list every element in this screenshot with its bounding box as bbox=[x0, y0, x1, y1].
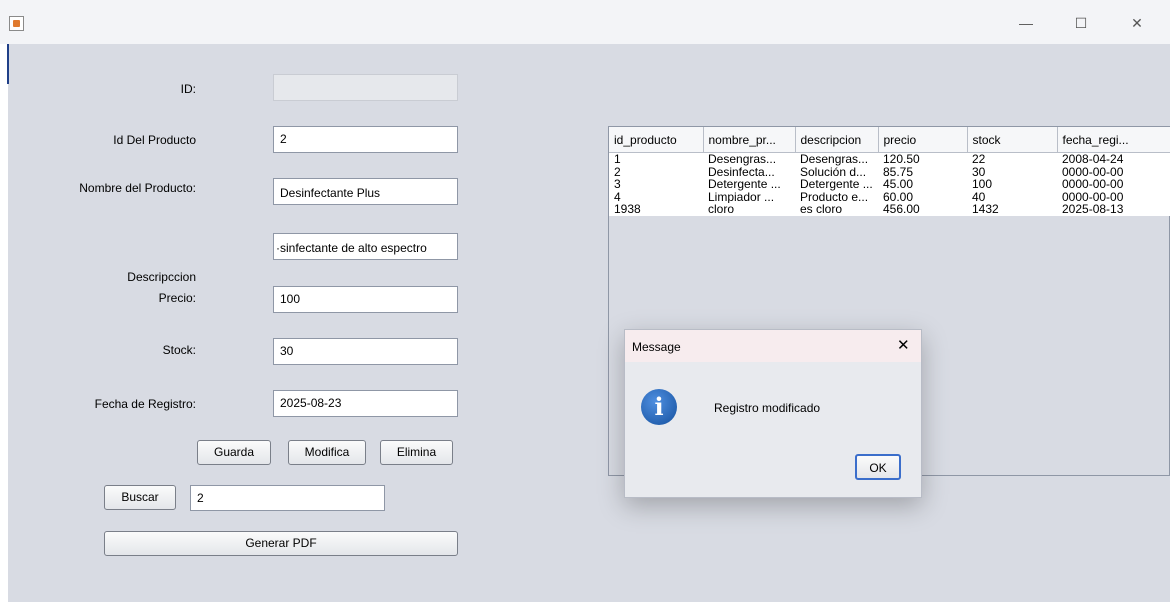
table-cell: es cloro bbox=[800, 203, 843, 216]
dialog-title: Message bbox=[632, 340, 681, 354]
table-cell: 4 bbox=[614, 190, 621, 203]
maximize-button[interactable]: ☐ bbox=[1058, 10, 1104, 36]
save-button[interactable]: Guarda bbox=[197, 440, 271, 465]
table-cell: cloro bbox=[708, 203, 735, 216]
table-cell: 60.00 bbox=[883, 190, 914, 203]
minimize-button[interactable]: — bbox=[1003, 10, 1049, 36]
title-bar: — ☐ ✕ bbox=[0, 0, 1170, 44]
column-header-date[interactable]: fecha_regi... bbox=[1057, 127, 1170, 153]
focus-accent bbox=[7, 44, 9, 84]
table-cell: Detergente ... bbox=[708, 178, 781, 191]
id-label: ID: bbox=[180, 82, 196, 96]
search-input[interactable]: 2 bbox=[190, 485, 385, 511]
table-cell: 30 bbox=[972, 165, 986, 178]
table-row[interactable]: 3 Detergente ... Detergente ... 45.00 10… bbox=[609, 178, 1170, 191]
delete-button[interactable]: Elimina bbox=[380, 440, 453, 465]
table-cell: Producto e... bbox=[800, 190, 869, 203]
product-id-field[interactable]: 2 bbox=[273, 126, 458, 153]
column-header-stock[interactable]: stock bbox=[967, 127, 1058, 153]
table-cell: 0000-00-00 bbox=[1062, 190, 1124, 203]
table-cell: Desengras... bbox=[708, 152, 777, 166]
table-cell: 1432 bbox=[972, 203, 999, 216]
generate-pdf-button[interactable]: Generar PDF bbox=[104, 531, 458, 556]
column-header-id[interactable]: id_producto bbox=[609, 127, 704, 153]
search-button[interactable]: Buscar bbox=[104, 485, 176, 510]
table-cell: 2025-08-13 bbox=[1062, 203, 1124, 216]
table-cell: 456.00 bbox=[883, 203, 920, 216]
table-row[interactable]: 2 Desinfecta... Solución d... 85.75 30 0… bbox=[609, 166, 1170, 179]
table-cell: 0000-00-00 bbox=[1062, 165, 1124, 178]
table-header-row: id_producto nombre_pr... descripcion pre… bbox=[609, 127, 1170, 153]
table-cell: 45.00 bbox=[883, 178, 914, 191]
date-label: Fecha de Registro: bbox=[94, 397, 196, 411]
products-table[interactable]: id_producto nombre_pr... descripcion pre… bbox=[609, 127, 1170, 216]
table-row[interactable]: 1 Desengras... Desengras... 120.50 22 20… bbox=[609, 153, 1170, 166]
java-app-icon bbox=[9, 16, 24, 31]
table-cell: 3 bbox=[614, 178, 621, 191]
table-row[interactable]: 4 Limpiador ... Producto e... 60.00 40 0… bbox=[609, 191, 1170, 204]
table-cell: 40 bbox=[972, 190, 986, 203]
id-field[interactable] bbox=[273, 74, 458, 101]
ok-button[interactable]: OK bbox=[855, 454, 901, 480]
table-cell: 2008-04-24 bbox=[1062, 152, 1124, 166]
table-cell: Desengras... bbox=[800, 152, 869, 166]
table-cell: 0000-00-00 bbox=[1062, 178, 1124, 191]
table-cell: 100 bbox=[972, 178, 993, 191]
description-field[interactable]: ·sinfectante de alto espectro bbox=[273, 233, 458, 260]
table-cell: Desinfecta... bbox=[708, 165, 775, 178]
stock-field[interactable]: 30 bbox=[273, 338, 458, 365]
product-name-field[interactable]: Desinfectante Plus bbox=[273, 178, 458, 205]
message-dialog: Message ✕ i Registro modificado OK bbox=[624, 329, 922, 498]
table-cell: 1 bbox=[614, 152, 621, 166]
table-cell: 22 bbox=[972, 152, 986, 166]
product-name-label: Nombre del Producto: bbox=[79, 181, 196, 195]
description-label: Descripccion bbox=[127, 270, 196, 284]
dialog-message: Registro modificado bbox=[714, 401, 821, 415]
dialog-close-icon[interactable]: ✕ bbox=[897, 336, 910, 354]
table-cell: Detergente ... bbox=[800, 178, 873, 191]
table-cell: 2 bbox=[614, 165, 621, 178]
table-cell: 1938 bbox=[614, 203, 641, 216]
price-field[interactable]: 100 bbox=[273, 286, 458, 313]
price-label: Precio: bbox=[158, 291, 196, 305]
product-id-label: Id Del Producto bbox=[113, 133, 196, 147]
column-header-name[interactable]: nombre_pr... bbox=[703, 127, 796, 153]
table-cell: Solución d... bbox=[800, 165, 867, 178]
table-row[interactable]: 1938 cloro es cloro 456.00 1432 2025-08-… bbox=[609, 203, 1170, 216]
close-button[interactable]: ✕ bbox=[1114, 10, 1160, 36]
table-cell: 120.50 bbox=[883, 152, 920, 166]
table-cell: 85.75 bbox=[883, 165, 914, 178]
modify-button[interactable]: Modifica bbox=[288, 440, 366, 465]
table-cell: Limpiador ... bbox=[708, 190, 775, 203]
column-header-price[interactable]: precio bbox=[878, 127, 968, 153]
dialog-title-bar: Message ✕ bbox=[625, 330, 921, 362]
date-field[interactable]: 2025-08-23 bbox=[273, 390, 458, 417]
column-header-description[interactable]: descripcion bbox=[795, 127, 879, 153]
information-icon: i bbox=[641, 389, 677, 425]
stock-label: Stock: bbox=[162, 343, 196, 357]
